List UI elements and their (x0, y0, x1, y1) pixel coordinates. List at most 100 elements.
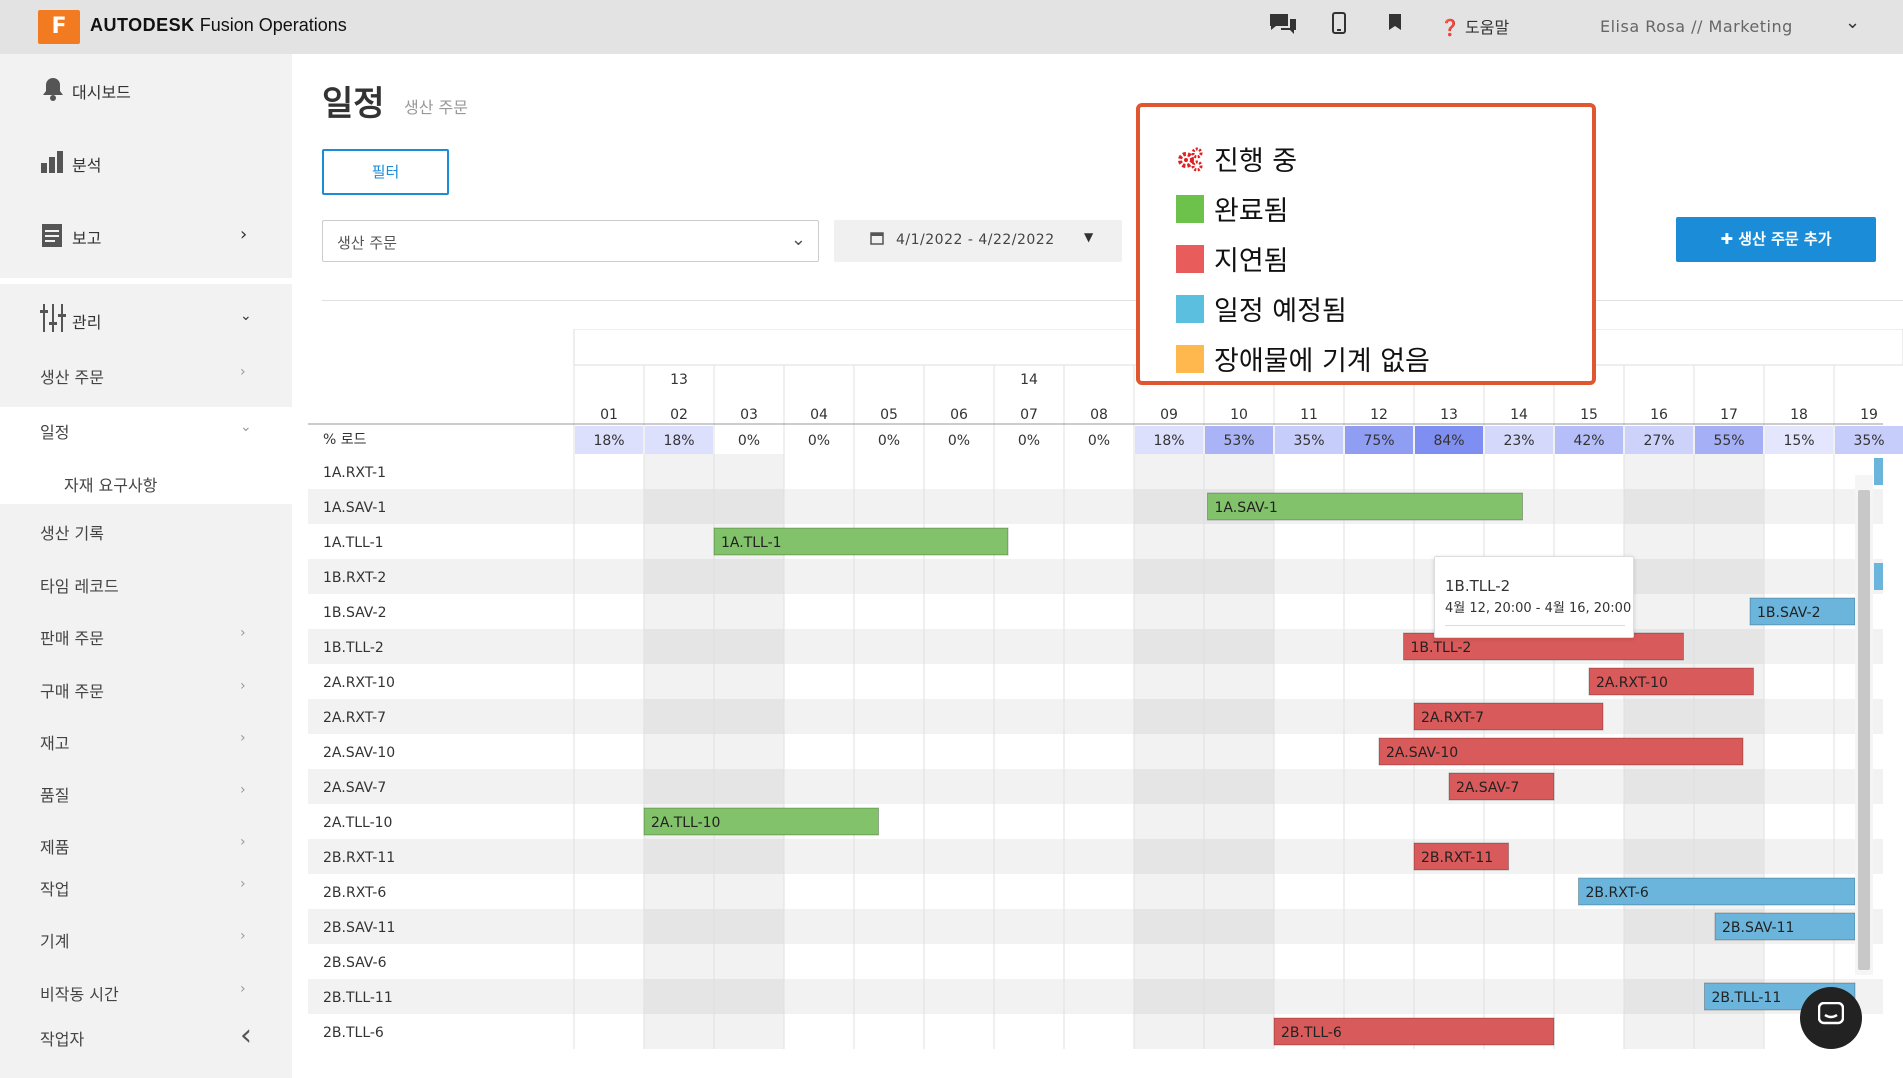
plus-icon: ✚ (1720, 230, 1734, 248)
day-label: 14 (1510, 407, 1528, 423)
chevron-right-icon: › (240, 928, 246, 944)
sidebar-item-analysis[interactable]: 분석 (0, 149, 292, 189)
chevron-right-icon: › (240, 730, 246, 746)
sidebar-item[interactable]: 제품 › (0, 822, 292, 866)
row-label: 2A.SAV-7 (323, 780, 386, 796)
load-value: 18% (593, 433, 624, 449)
chat-icon[interactable] (1268, 12, 1298, 41)
page-title: 일정 (322, 84, 385, 124)
sidebar-item[interactable]: 비작동 시간 › (0, 969, 292, 1013)
page-subtitle: 생산 주문 (404, 98, 468, 117)
sidebar-item-label: 자재 요구사항 (64, 476, 158, 495)
sidebar-item-dashboard[interactable]: 대시보드 (0, 76, 292, 116)
row-label: 1B.SAV-2 (323, 605, 387, 621)
load-value: 35% (1293, 433, 1324, 449)
fusion-logo[interactable]: F (38, 10, 80, 44)
load-value: 53% (1223, 433, 1254, 449)
gantt-bar-label: 2A.SAV-10 (1386, 745, 1458, 761)
help-link[interactable]: ❓ 도움말 (1440, 14, 1509, 38)
gantt-bar-label: 2B.RXT-6 (1586, 885, 1649, 901)
sidebar-item-label: 기계 (40, 932, 70, 951)
day-label: 05 (880, 407, 898, 423)
help-icon: ❓ (1440, 18, 1460, 37)
chevron-down-icon: ⌄ (240, 308, 252, 324)
sidebar-item-label: 품질 (40, 786, 70, 805)
sidebar-item-label: 생산 주문 (40, 368, 104, 387)
sidebar-item[interactable]: 자재 요구사항 (0, 460, 292, 504)
legend-item-no-machine: 장애물에 기계 없음 (1176, 339, 1430, 378)
day-label: 18 (1790, 407, 1808, 423)
date-range-picker[interactable]: 4/1/2022 - 4/22/2022 ▼ (834, 220, 1122, 262)
user-menu[interactable]: Elisa Rosa // Marketing (1600, 17, 1793, 36)
week-label: 14 (1020, 372, 1038, 388)
weekend-column (644, 454, 714, 1049)
sidebar-item-label: 구매 주문 (40, 682, 104, 701)
sidebar-item-label: 작업자 (40, 1030, 85, 1049)
row-label: 1B.TLL-2 (323, 640, 384, 656)
gantt-bar-label: 1B.SAV-2 (1757, 605, 1821, 621)
chevron-right-icon: › (240, 224, 248, 245)
sidebar-item[interactable]: 작업자 ‹ (0, 1014, 292, 1058)
day-label: 09 (1160, 407, 1178, 423)
sidebar-item-label: 일정 (40, 423, 70, 442)
chevron-right-icon: › (240, 834, 246, 850)
legend-item-done: 완료됨 (1176, 189, 1289, 228)
sidebar-item-label: 타임 레코드 (40, 577, 119, 596)
day-label: 10 (1230, 407, 1248, 423)
day-label: 15 (1580, 407, 1598, 423)
sidebar-item[interactable]: 재고 › (0, 718, 292, 762)
day-label: 13 (1440, 407, 1458, 423)
filter-button[interactable]: 필터 (322, 149, 449, 195)
load-value: 0% (878, 433, 900, 449)
day-label: 19 (1860, 407, 1878, 423)
gears-icon (1176, 145, 1204, 173)
divider (322, 300, 1903, 301)
day-label: 12 (1370, 407, 1388, 423)
chat-launcher-button[interactable] (1800, 987, 1862, 1049)
load-label: % 로드 (323, 432, 367, 448)
load-value: 84% (1433, 433, 1464, 449)
bell-icon (40, 76, 66, 102)
sidebar-item-report[interactable]: 보고 › (0, 222, 292, 262)
day-label: 08 (1090, 407, 1108, 423)
chevron-right-icon: › (240, 981, 246, 997)
gantt-bar-stub (1874, 458, 1883, 485)
day-label: 07 (1020, 407, 1038, 423)
sidebar-item[interactable]: 구매 주문 › (0, 666, 292, 710)
gantt-bar-label: 2A.RXT-7 (1421, 710, 1484, 726)
collapse-sidebar-icon[interactable]: ‹ (240, 1018, 252, 1053)
legend-swatch (1176, 245, 1204, 273)
order-type-select[interactable]: 생산 주문 ⌄ (322, 220, 819, 262)
sidebar-item[interactable]: 기계 › (0, 916, 292, 960)
mobile-icon[interactable] (1332, 12, 1346, 39)
gantt-chart: 1314150102030405060708091011121314151617… (308, 329, 1903, 1078)
sidebar-item[interactable]: 작업 › (0, 864, 292, 908)
row-label: 2B.SAV-6 (323, 955, 387, 971)
sliders-icon (40, 304, 66, 332)
sidebar-item[interactable]: 품질 › (0, 770, 292, 814)
sidebar-item-manage[interactable]: 관리 ⌄ (0, 304, 292, 344)
bookmark-icon[interactable] (1388, 12, 1402, 36)
sidebar-item[interactable]: 판매 주문 › (0, 613, 292, 657)
document-icon (40, 222, 66, 248)
top-bar: F AUTODESK Fusion Operations ❓ 도움말 Elisa… (0, 0, 1903, 54)
sidebar-item[interactable]: 타임 레코드 (0, 561, 292, 605)
load-value: 0% (738, 433, 760, 449)
day-label: 06 (950, 407, 968, 423)
row-label: 1A.TLL-1 (323, 535, 384, 551)
load-value: 27% (1643, 433, 1674, 449)
load-value: 18% (1153, 433, 1184, 449)
scrollbar-thumb[interactable] (1858, 490, 1870, 970)
load-value: 0% (808, 433, 830, 449)
chevron-down-icon[interactable]: ⌄ (1845, 12, 1860, 33)
add-production-order-button[interactable]: ✚ 생산 주문 추가 (1676, 217, 1876, 262)
weekend-column (1204, 454, 1274, 1049)
gantt-bar-label: 2A.SAV-7 (1456, 780, 1519, 796)
brand-name: AUTODESK Fusion Operations (90, 15, 347, 35)
load-value: 42% (1573, 433, 1604, 449)
sidebar-item[interactable]: 일정 ⌄ (0, 407, 292, 465)
gantt-bar-label: 1A.TLL-1 (721, 535, 782, 551)
sidebar-item[interactable]: 생산 주문 › (0, 352, 292, 396)
sidebar-item[interactable]: 생산 기록 (0, 508, 292, 552)
chevron-down-icon: ⌄ (790, 229, 806, 250)
